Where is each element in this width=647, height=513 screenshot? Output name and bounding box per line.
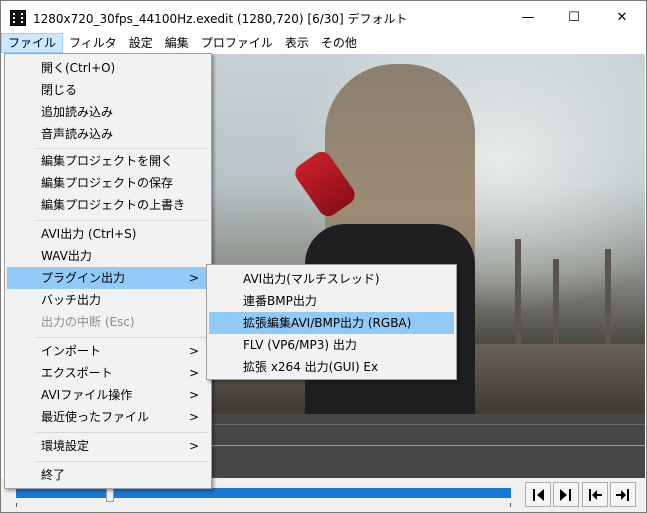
menu-separator [35, 148, 207, 149]
menu-plugin-output-label: プラグイン出力 [41, 271, 126, 285]
menu-edit[interactable]: 編集 [159, 33, 195, 53]
window-title: 1280x720_30fps_44100Hz.exedit (1280,720)… [33, 12, 408, 26]
menu-separator [35, 432, 207, 433]
close-icon: ✕ [616, 9, 628, 25]
plugin-output-submenu: AVI出力(マルチスレッド) 連番BMP出力 拡張編集AVI/BMP出力 (RG… [206, 264, 457, 380]
menu-filter[interactable]: フィルタ [63, 33, 123, 53]
menu-open[interactable]: 開く(Ctrl+O) [7, 57, 209, 79]
menu-avi-multithread[interactable]: AVI出力(マルチスレッド) [209, 268, 454, 290]
preview-chimney [515, 239, 521, 349]
minimize-button[interactable]: — [505, 1, 551, 33]
menu-separator [35, 220, 207, 221]
menu-wav-output[interactable]: WAV出力 [7, 245, 209, 267]
menu-import[interactable]: インポート > [7, 340, 209, 362]
minimize-icon: — [521, 9, 535, 25]
menu-file[interactable]: ファイル [1, 33, 64, 53]
go-start-button[interactable] [582, 482, 608, 507]
film-icon [10, 10, 26, 26]
menu-avi-output[interactable]: AVI出力 (Ctrl+S) [7, 223, 209, 245]
file-menu: 開く(Ctrl+O) 閉じる 追加読み込み 音声読み込み 編集プロジェクトを開く… [4, 53, 212, 489]
menu-exit[interactable]: 終了 [7, 464, 209, 486]
menu-other[interactable]: その他 [315, 33, 363, 53]
menu-exedit-avi-bmp-rgba[interactable]: 拡張編集AVI/BMP出力 (RGBA) [209, 312, 454, 334]
next-frame-button[interactable] [553, 482, 579, 507]
chevron-right-icon: > [188, 410, 199, 424]
go-start-icon [589, 488, 602, 501]
chevron-right-icon: > [188, 271, 199, 285]
menu-avi-file-ops-label: AVIファイル操作 [41, 388, 133, 402]
menu-close[interactable]: 閉じる [7, 79, 209, 101]
chevron-right-icon: > [188, 366, 199, 380]
preview-chimney [553, 259, 559, 349]
chevron-right-icon: > [188, 344, 199, 358]
preview-chimney [605, 249, 611, 349]
seek-bar[interactable] [16, 488, 511, 498]
next-frame-icon [560, 488, 571, 501]
menu-import-label: インポート [41, 344, 102, 358]
menu-audio-load[interactable]: 音声読み込み [7, 123, 209, 145]
menu-export-label: エクスポート [41, 366, 113, 380]
close-button[interactable]: ✕ [599, 1, 645, 33]
chevron-right-icon: > [188, 439, 199, 453]
menu-profile[interactable]: プロファイル [195, 33, 279, 53]
menu-avi-file-ops[interactable]: AVIファイル操作 > [7, 384, 209, 406]
chevron-right-icon: > [188, 388, 199, 402]
maximize-icon: ☐ [568, 9, 580, 25]
go-end-icon [616, 488, 629, 501]
menu-batch-output[interactable]: バッチ出力 [7, 289, 209, 311]
menu-append-load[interactable]: 追加読み込み [7, 101, 209, 123]
menu-preferences[interactable]: 環境設定 > [7, 435, 209, 457]
menu-view[interactable]: 表示 [279, 33, 315, 53]
menu-bar: ファイル フィルタ 設定 編集 プロファイル 表示 その他 [1, 33, 646, 53]
title-bar[interactable]: 1280x720_30fps_44100Hz.exedit (1280,720)… [1, 1, 646, 33]
menu-settings[interactable]: 設定 [123, 33, 159, 53]
menu-preferences-label: 環境設定 [41, 439, 90, 453]
menu-open-project[interactable]: 編集プロジェクトを開く [7, 150, 209, 172]
maximize-button[interactable]: ☐ [551, 1, 597, 33]
menu-overwrite-project[interactable]: 編集プロジェクトの上書き [7, 194, 209, 216]
menu-x264-output[interactable]: 拡張 x264 出力(GUI) Ex [209, 356, 454, 378]
menu-flv-output[interactable]: FLV (VP6/MP3) 出力 [209, 334, 454, 356]
menu-save-project[interactable]: 編集プロジェクトの保存 [7, 172, 209, 194]
menu-recent-files-label: 最近使ったファイル [41, 410, 150, 424]
prev-frame-icon [533, 488, 544, 501]
seek-ticks [16, 503, 511, 507]
menu-abort-output: 出力の中断 (Esc) [41, 315, 135, 329]
menu-export[interactable]: エクスポート > [7, 362, 209, 384]
menu-separator [35, 337, 207, 338]
menu-recent-files[interactable]: 最近使ったファイル > [7, 406, 209, 428]
menu-sequential-bmp[interactable]: 連番BMP出力 [209, 290, 454, 312]
menu-plugin-output[interactable]: プラグイン出力 > [7, 267, 209, 289]
go-end-button[interactable] [610, 482, 636, 507]
menu-separator [35, 461, 207, 462]
prev-frame-button[interactable] [525, 482, 551, 507]
